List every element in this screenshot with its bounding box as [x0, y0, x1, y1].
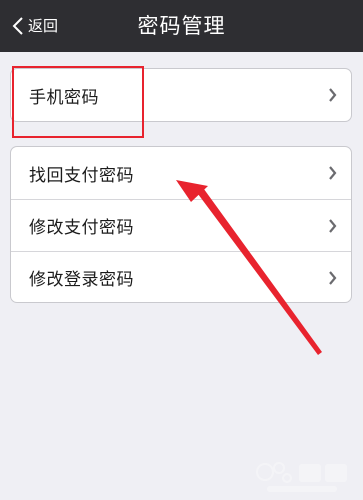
list-item-label: 修改支付密码: [29, 218, 134, 238]
list-item-phone-password[interactable]: 手机密码: [11, 69, 351, 121]
list-item-change-payment-password[interactable]: 修改支付密码: [11, 199, 351, 251]
list-item-label: 修改登录密码: [29, 270, 134, 290]
list-item-change-login-password[interactable]: 修改登录密码: [11, 251, 351, 302]
chevron-right-icon: [329, 88, 337, 102]
chevron-right-icon: [329, 166, 337, 180]
settings-group-passwords: 找回支付密码 修改支付密码 修改登录密码: [10, 146, 352, 303]
chevron-right-icon: [329, 218, 337, 233]
list-item-label: 找回支付密码: [29, 165, 134, 186]
watermark-logo: [256, 462, 347, 492]
settings-group-phone: 手机密码: [10, 68, 352, 122]
list-item-recover-payment-password[interactable]: 找回支付密码: [11, 147, 351, 199]
list-item-label: 手机密码: [29, 87, 99, 108]
navigation-bar: 返回 密码管理: [0, 0, 363, 52]
chevron-right-icon: [329, 270, 337, 285]
page-title: 密码管理: [137, 14, 226, 38]
